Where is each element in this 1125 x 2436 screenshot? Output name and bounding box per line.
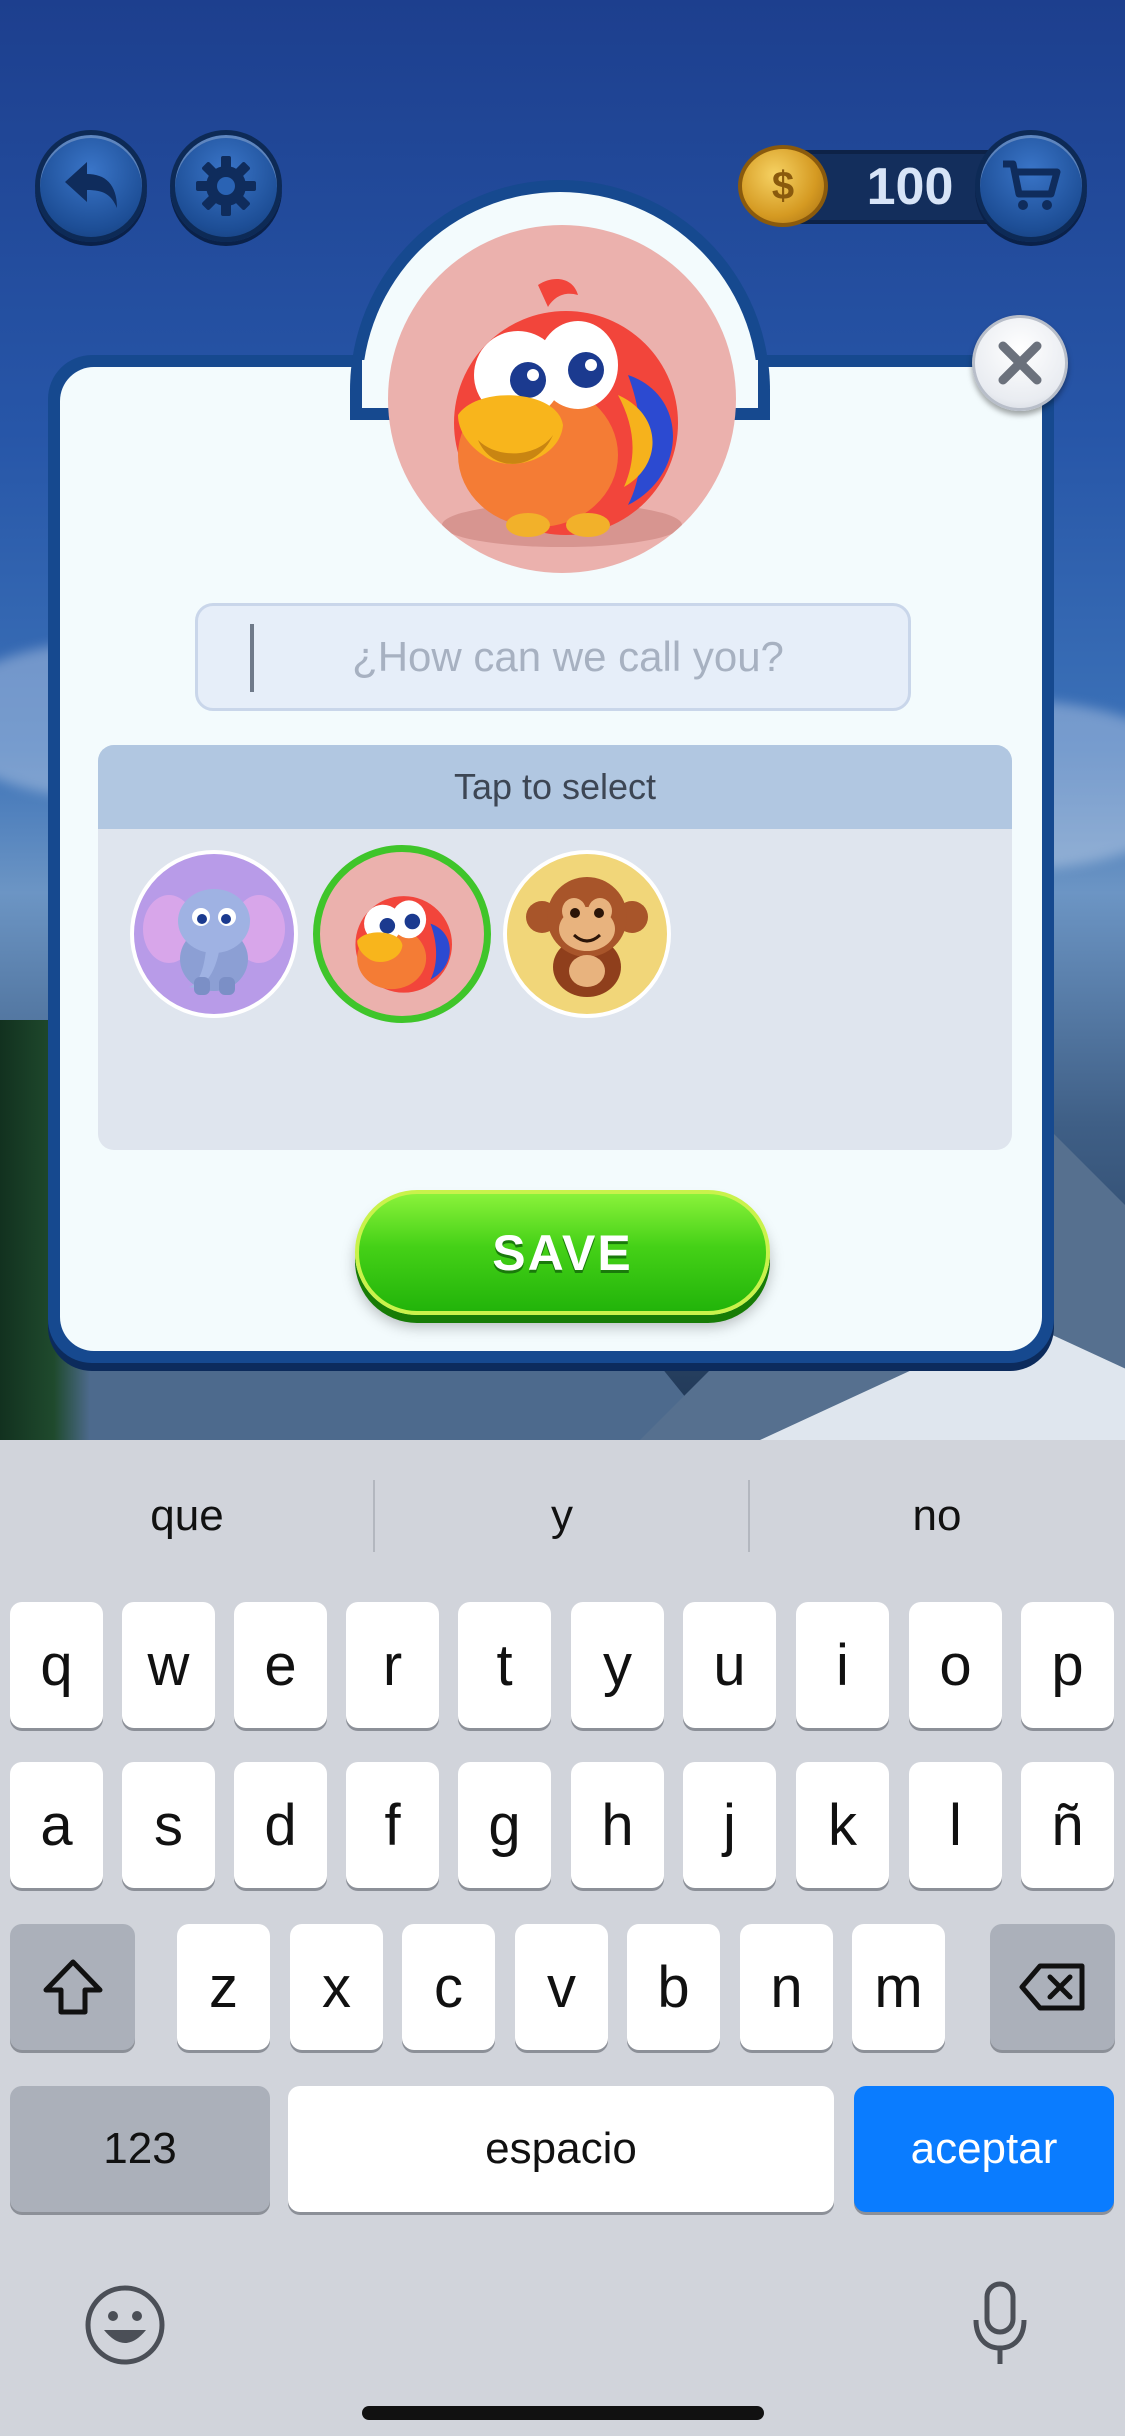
key[interactable]: i: [796, 1602, 889, 1728]
coin-balance: 100: [866, 158, 954, 216]
close-button[interactable]: [972, 315, 1068, 411]
key[interactable]: l: [909, 1762, 1002, 1888]
elephant-icon: [143, 889, 285, 995]
key[interactable]: b: [627, 1924, 720, 2050]
avatar-option-parrot[interactable]: [313, 845, 491, 1023]
key[interactable]: q: [10, 1602, 103, 1728]
key[interactable]: z: [177, 1924, 270, 2050]
back-button[interactable]: [35, 130, 147, 242]
emoji-button[interactable]: [80, 2280, 170, 2370]
home-indicator: [362, 2406, 764, 2420]
key[interactable]: a: [10, 1762, 103, 1888]
selected-avatar: [388, 225, 736, 573]
name-input[interactable]: [198, 606, 908, 708]
key[interactable]: r: [346, 1602, 439, 1728]
save-button[interactable]: SAVE: [355, 1190, 770, 1315]
avatar-option-elephant[interactable]: [130, 850, 298, 1018]
key[interactable]: o: [909, 1602, 1002, 1728]
key[interactable]: w: [122, 1602, 215, 1728]
key[interactable]: t: [458, 1602, 551, 1728]
parrot-avatar-icon: [442, 279, 682, 547]
backspace-icon: [1019, 1963, 1084, 2011]
key[interactable]: y: [571, 1602, 664, 1728]
key[interactable]: c: [402, 1924, 495, 2050]
shift-icon: [43, 1959, 102, 2015]
return-key[interactable]: aceptar: [854, 2086, 1114, 2212]
space-key[interactable]: espacio: [288, 2086, 834, 2212]
text-caret: [250, 624, 254, 692]
suggestion-item[interactable]: y: [375, 1440, 749, 1592]
avatar-select-panel: Tap to select: [98, 745, 1012, 1150]
shift-key[interactable]: [10, 1924, 135, 2050]
suggestion-item[interactable]: que: [0, 1440, 374, 1592]
key[interactable]: x: [290, 1924, 383, 2050]
coin-icon: $: [738, 145, 828, 227]
parrot-icon: [355, 896, 452, 993]
suggestion-item[interactable]: no: [750, 1440, 1124, 1592]
key[interactable]: m: [852, 1924, 945, 2050]
key[interactable]: g: [458, 1762, 551, 1888]
microphone-icon: [973, 2281, 1027, 2364]
key[interactable]: d: [234, 1762, 327, 1888]
key[interactable]: e: [234, 1602, 327, 1728]
select-header: Tap to select: [98, 745, 1012, 829]
delete-key[interactable]: [990, 1924, 1115, 2050]
numbers-key[interactable]: 123: [10, 2086, 270, 2212]
key[interactable]: p: [1021, 1602, 1114, 1728]
settings-button[interactable]: [170, 130, 282, 242]
key[interactable]: v: [515, 1924, 608, 2050]
avatar-option-monkey[interactable]: [503, 850, 671, 1018]
key[interactable]: k: [796, 1762, 889, 1888]
dictation-button[interactable]: [955, 2275, 1045, 2375]
emoji-icon: [85, 2285, 165, 2365]
keyboard: que y no q w e r t y u i o p a s d f g h…: [0, 1440, 1125, 2436]
key[interactable]: h: [571, 1762, 664, 1888]
close-icon: [998, 341, 1042, 385]
key[interactable]: u: [683, 1602, 776, 1728]
key[interactable]: ñ: [1021, 1762, 1114, 1888]
gear-icon: [196, 156, 256, 216]
shop-button[interactable]: [975, 130, 1087, 242]
key[interactable]: s: [122, 1762, 215, 1888]
key[interactable]: n: [740, 1924, 833, 2050]
name-field[interactable]: [195, 603, 911, 711]
cart-icon: [1003, 160, 1061, 210]
suggestion-bar: que y no: [0, 1440, 1125, 1592]
back-arrow-icon: [65, 162, 117, 208]
key[interactable]: f: [346, 1762, 439, 1888]
monkey-icon: [526, 877, 648, 997]
key[interactable]: j: [683, 1762, 776, 1888]
